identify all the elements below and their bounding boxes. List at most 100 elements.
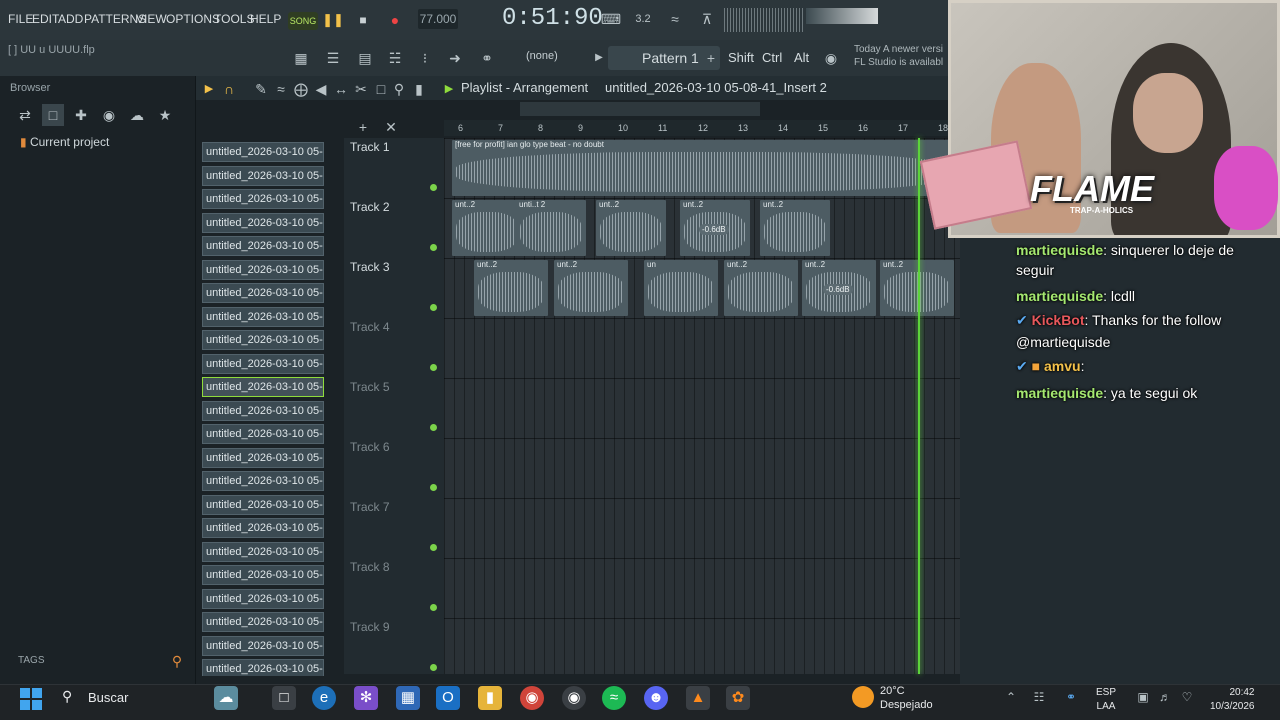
store-icon[interactable]: ▦ bbox=[396, 686, 420, 710]
chrome-icon[interactable]: ◉ bbox=[520, 686, 544, 710]
play-pause-button[interactable]: ❚❚ bbox=[322, 10, 344, 30]
delete-icon[interactable]: ⨁ bbox=[290, 78, 312, 100]
menu-file[interactable]: FILE bbox=[8, 12, 33, 26]
audio-clip-item[interactable]: untitled_2026-03-10 05-... bbox=[202, 212, 324, 233]
audio-clip[interactable]: unt..2 bbox=[474, 260, 548, 316]
audio-clip-item[interactable]: untitled_2026-03-10 05-... bbox=[202, 494, 324, 515]
ctrl-key-button[interactable]: Ctrl bbox=[762, 50, 782, 65]
plugin-icon[interactable]: ✚ bbox=[70, 104, 92, 126]
playback-icon[interactable]: ▮ bbox=[408, 78, 430, 100]
step-edit-icon[interactable]: 3.2 bbox=[632, 8, 654, 30]
song-mode-toggle[interactable]: SONG bbox=[288, 12, 318, 30]
audio-clip[interactable]: [free for profit] ian glo type beat - no… bbox=[452, 140, 960, 196]
pencil-icon[interactable]: ✎ bbox=[250, 78, 272, 100]
obs-icon[interactable]: ◉ bbox=[562, 686, 586, 710]
track-name[interactable]: Track 3 bbox=[350, 260, 390, 274]
globe-icon[interactable]: ◉ bbox=[98, 104, 120, 126]
update-hint[interactable]: Today A newer versi FL Studio is availabl bbox=[854, 43, 943, 69]
audio-clip[interactable]: unt..2 bbox=[880, 260, 954, 316]
track-name[interactable]: Track 4 bbox=[350, 320, 390, 334]
audio-clip[interactable]: unt..2 bbox=[760, 200, 830, 256]
track-name[interactable]: Track 6 bbox=[350, 440, 390, 454]
audio-clip-item[interactable]: untitled_2026-03-10 05-... bbox=[202, 635, 324, 656]
audio-clip-item[interactable]: untitled_2026-03-10 05-... bbox=[202, 565, 324, 585]
copilot-icon[interactable]: ✻ bbox=[354, 686, 378, 710]
mute-icon[interactable]: ◀ bbox=[310, 78, 332, 100]
play-arrow-icon[interactable]: ▶ bbox=[588, 47, 610, 69]
audio-clip-item[interactable]: untitled_2026-03-10 05-... bbox=[202, 447, 324, 468]
shift-key-button[interactable]: Shift bbox=[728, 50, 754, 65]
add-track-icon[interactable]: + bbox=[352, 116, 374, 138]
audio-clip-item[interactable]: untitled_2026-03-10 05-... bbox=[202, 283, 324, 303]
timeline-ruler[interactable]: 6 7 8 9 10 11 12 13 14 15 16 17 18 bbox=[444, 120, 960, 136]
mixer-icon[interactable]: ☵ bbox=[384, 47, 406, 69]
track-name[interactable]: Track 9 bbox=[350, 620, 390, 634]
wait-input-icon[interactable]: ≈ bbox=[664, 8, 686, 30]
audio-clip-item[interactable]: untitled_2026-03-10 05-... bbox=[202, 353, 324, 374]
zoom-icon[interactable]: ⚲ bbox=[388, 78, 410, 100]
arrow-right-icon[interactable]: ➜ bbox=[444, 47, 466, 69]
stop-button[interactable]: ■ bbox=[352, 10, 374, 30]
menu-tools[interactable]: TOOLS bbox=[214, 12, 254, 26]
play-icon[interactable]: ▶ bbox=[198, 78, 220, 100]
collapse-icon[interactable]: ⇄ bbox=[14, 104, 36, 126]
track-mute-led[interactable] bbox=[430, 244, 437, 251]
playlist-grid[interactable]: [free for profit] ian glo type beat - no… bbox=[444, 138, 960, 674]
slice-icon[interactable]: ✂ bbox=[350, 78, 372, 100]
volume-icon[interactable]: ♬ bbox=[1154, 686, 1176, 708]
record-button[interactable]: ● bbox=[384, 10, 406, 30]
search-icon[interactable]: ⚲ bbox=[166, 650, 188, 672]
playlist-icon[interactable]: ▦ bbox=[290, 47, 312, 69]
track-mute-led[interactable] bbox=[430, 304, 437, 311]
track-mute-led[interactable] bbox=[430, 664, 437, 671]
system-clock[interactable]: 20:42 10/3/2026 bbox=[1210, 686, 1255, 714]
metronome-icon[interactable]: ⊼ bbox=[696, 8, 718, 30]
audio-clip-item[interactable]: untitled_2026-03-10 05-... bbox=[202, 330, 324, 350]
vlc-icon[interactable]: ▲ bbox=[686, 686, 710, 710]
menu-help[interactable]: HELP bbox=[250, 12, 281, 26]
edge-icon[interactable]: e bbox=[312, 686, 336, 710]
microphone-icon[interactable]: ⚭ bbox=[476, 47, 498, 69]
audio-clip[interactable]: unt..2 bbox=[554, 260, 628, 316]
piano-roll-icon[interactable]: ▤ bbox=[354, 47, 376, 69]
search-label[interactable]: Buscar bbox=[88, 690, 128, 705]
microphone-icon[interactable]: ⚭ bbox=[1060, 686, 1082, 708]
audio-clip[interactable]: unt..2 bbox=[724, 260, 798, 316]
typing-keyboard-icon[interactable]: ⌨ bbox=[600, 8, 622, 30]
horizontal-scrollbar[interactable] bbox=[520, 102, 760, 116]
cloud-icon[interactable]: ☁ bbox=[126, 104, 148, 126]
slip-icon[interactable]: ↔ bbox=[330, 78, 352, 100]
close-icon[interactable]: ✕ bbox=[380, 116, 402, 138]
news-icon[interactable]: ◉ bbox=[820, 47, 842, 69]
audio-clip-item[interactable]: untitled_2026-03-10 05-... bbox=[202, 424, 324, 444]
track-mute-led[interactable] bbox=[430, 364, 437, 371]
language-indicator[interactable]: ESP LAA bbox=[1096, 686, 1116, 714]
network-off-icon[interactable]: ☷ bbox=[1028, 686, 1050, 708]
audio-clip-item[interactable]: untitled_2026-03-10 05-... bbox=[202, 400, 324, 421]
audio-clip[interactable]: unt..2 -0.6dB bbox=[680, 200, 750, 256]
audio-clip-item[interactable]: untitled_2026-03-10 05-... bbox=[202, 306, 324, 327]
audio-clip[interactable]: un bbox=[644, 260, 718, 316]
track-mute-led[interactable] bbox=[430, 484, 437, 491]
task-view-icon[interactable]: □ bbox=[272, 686, 296, 710]
file-icon[interactable]: □ bbox=[42, 104, 64, 126]
chevron-up-icon[interactable]: ⌃ bbox=[1000, 686, 1022, 708]
display-icon[interactable]: ▣ bbox=[1132, 686, 1154, 708]
track-mute-led[interactable] bbox=[430, 544, 437, 551]
tempo-display[interactable]: 77.000 bbox=[418, 9, 458, 29]
tags-label[interactable]: TAGS bbox=[18, 655, 44, 666]
playhead[interactable] bbox=[918, 138, 920, 674]
browser-current-project[interactable]: ▮ Current project bbox=[20, 135, 192, 153]
windows-start-icon[interactable] bbox=[20, 688, 42, 710]
audio-clip-item[interactable]: untitled_2026-03-10 05-... bbox=[202, 612, 324, 632]
add-pattern-icon[interactable]: + bbox=[700, 47, 722, 69]
audio-clip[interactable]: unti..t 2 bbox=[516, 200, 586, 256]
track-mute-led[interactable] bbox=[430, 184, 437, 191]
menu-edit[interactable]: EDIT bbox=[32, 12, 59, 26]
audio-clip-item[interactable]: untitled_2026-03-10 05-... bbox=[202, 189, 324, 209]
track-mute-led[interactable] bbox=[430, 424, 437, 431]
track-name[interactable]: Track 1 bbox=[350, 140, 390, 154]
outlook-icon[interactable]: O bbox=[436, 686, 460, 710]
star-icon[interactable]: ★ bbox=[154, 104, 176, 126]
audio-clip-item[interactable]: untitled_2026-03-10 05-... bbox=[202, 659, 324, 676]
